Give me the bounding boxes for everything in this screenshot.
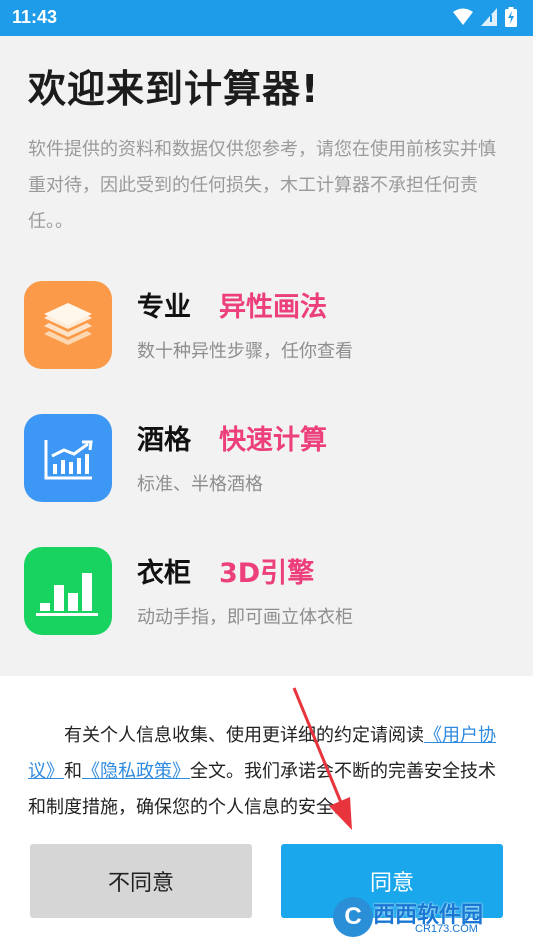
feature-description: 标准、半格酒格 xyxy=(137,474,263,495)
feature-item-professional: 专业 异性画法 数十种异性步骤，任你查看 xyxy=(24,281,514,371)
feature-name: 酒格 xyxy=(137,425,191,456)
watermark-site: CR173.COM xyxy=(415,923,478,935)
consent-notice: 有关个人信息收集、使用更详细的约定请阅读《用户协议》和《隐私政策》全文。我们承诺… xyxy=(28,718,498,826)
watermark-logo: C 西西软件园 CR173.COM xyxy=(333,895,533,941)
watermark-badge: C xyxy=(333,897,373,937)
decline-button[interactable]: 不同意 xyxy=(30,844,252,918)
feature-description: 数十种异性步骤，任你查看 xyxy=(137,341,353,362)
welcome-title: 欢迎来到计算器! xyxy=(28,67,320,111)
battery-charging-icon xyxy=(505,7,517,27)
consent-text-and: 和 xyxy=(64,761,82,782)
signal-icon xyxy=(481,8,497,26)
feature-description: 动动手指，即可画立体衣柜 xyxy=(137,607,353,628)
feature-tagline: 3D引擎 xyxy=(219,558,315,589)
chart-trend-icon xyxy=(24,414,112,502)
feature-item-wine-grid: 酒格 快速计算 标准、半格酒格 xyxy=(24,414,514,504)
wifi-icon xyxy=(453,8,473,25)
status-icons xyxy=(453,7,517,27)
status-time: 11:43 xyxy=(12,7,58,27)
feature-tagline: 快速计算 xyxy=(219,425,327,456)
feature-item-wardrobe: 衣柜 3D引擎 动动手指，即可画立体衣柜 xyxy=(24,547,514,637)
layers-icon xyxy=(24,281,112,369)
feature-name: 衣柜 xyxy=(137,558,191,589)
privacy-policy-link[interactable]: 《隐私政策》 xyxy=(82,761,190,782)
status-bar: 11:43 xyxy=(0,0,533,36)
feature-name: 专业 xyxy=(137,292,191,323)
feature-tagline: 异性画法 xyxy=(219,292,327,323)
consent-text-before: 有关个人信息收集、使用更详细的约定请阅读 xyxy=(64,725,424,746)
bar-chart-icon xyxy=(24,547,112,635)
disclaimer-text: 软件提供的资料和数据仅供您参考，请您在使用前核实并慎重对待，因此受到的任何损失，… xyxy=(28,139,496,232)
